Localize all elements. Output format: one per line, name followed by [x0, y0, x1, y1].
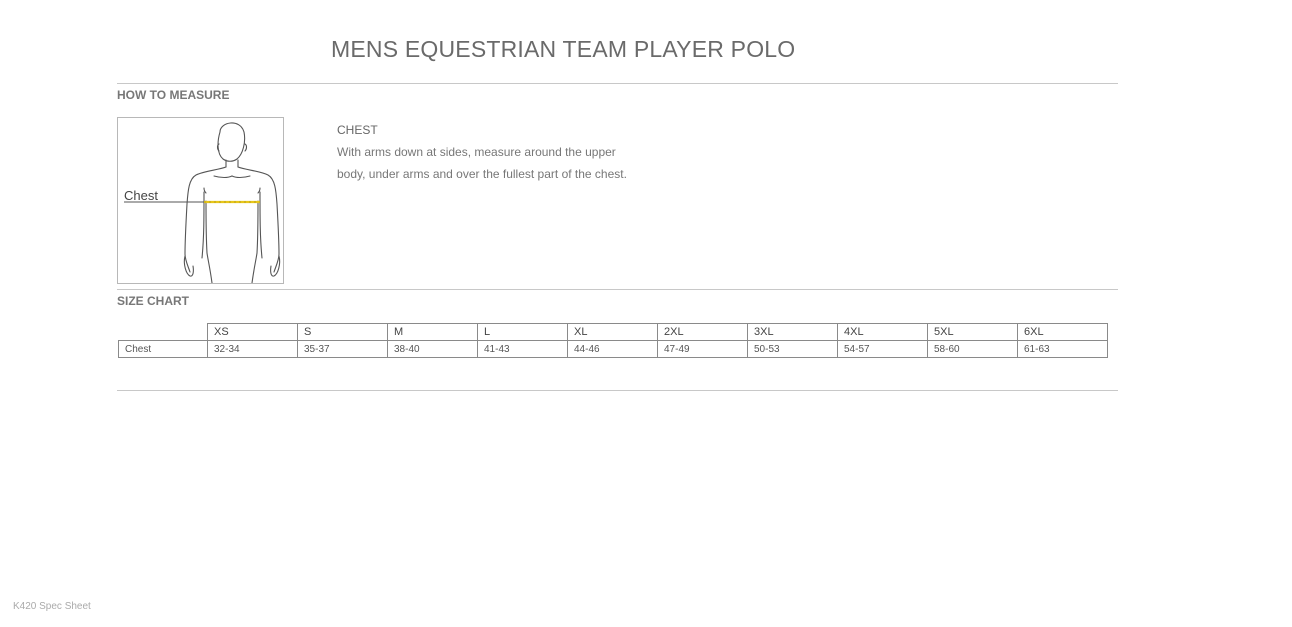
chest-value-cell: 61-63 — [1017, 340, 1108, 358]
size-chart-heading: SIZE CHART — [117, 294, 189, 308]
size-header-cell: M — [387, 323, 478, 341]
chest-value-cell: 32-34 — [207, 340, 298, 358]
size-header-cell: XS — [207, 323, 298, 341]
figure-chest-label: Chest — [124, 188, 158, 203]
chest-value-cell: 50-53 — [747, 340, 838, 358]
size-header-cell: XL — [567, 323, 658, 341]
divider-middle — [117, 289, 1118, 290]
measure-figure: Chest — [117, 117, 284, 284]
chest-value-cell: 41-43 — [477, 340, 568, 358]
size-header-cell: S — [297, 323, 388, 341]
chest-value-cell: 38-40 — [387, 340, 478, 358]
divider-bottom — [117, 390, 1118, 391]
footer-text: K420 Spec Sheet — [13, 601, 91, 612]
size-header-cell: 6XL — [1017, 323, 1108, 341]
size-header-cell: 2XL — [657, 323, 748, 341]
chest-value-cell: 58-60 — [927, 340, 1018, 358]
body-silhouette-icon: Chest — [124, 122, 281, 283]
chest-value-cell: 54-57 — [837, 340, 928, 358]
chest-value-cell: 44-46 — [567, 340, 658, 358]
divider-top — [117, 83, 1118, 84]
size-header-row: XS S M L XL 2XL 3XL 4XL 5XL 6XL — [118, 323, 1108, 341]
how-to-measure-heading: HOW TO MEASURE — [117, 88, 230, 102]
size-header-cell: 5XL — [927, 323, 1018, 341]
corner-cell — [118, 323, 208, 341]
table-row: Chest 32-34 35-37 38-40 41-43 44-46 47-4… — [118, 340, 1108, 358]
chest-value-cell: 47-49 — [657, 340, 748, 358]
size-header-cell: 3XL — [747, 323, 838, 341]
size-header-cell: 4XL — [837, 323, 928, 341]
row-label-chest: Chest — [118, 340, 208, 358]
page-title: MENS EQUESTRIAN TEAM PLAYER POLO — [331, 36, 796, 62]
chest-value-cell: 35-37 — [297, 340, 388, 358]
measure-instructions: CHEST With arms down at sides, measure a… — [337, 119, 657, 185]
size-header-cell: L — [477, 323, 568, 341]
size-chart-table: XS S M L XL 2XL 3XL 4XL 5XL 6XL Chest 32… — [118, 323, 1108, 358]
instruction-heading: CHEST — [337, 123, 378, 137]
instruction-text: With arms down at sides, measure around … — [337, 145, 627, 181]
